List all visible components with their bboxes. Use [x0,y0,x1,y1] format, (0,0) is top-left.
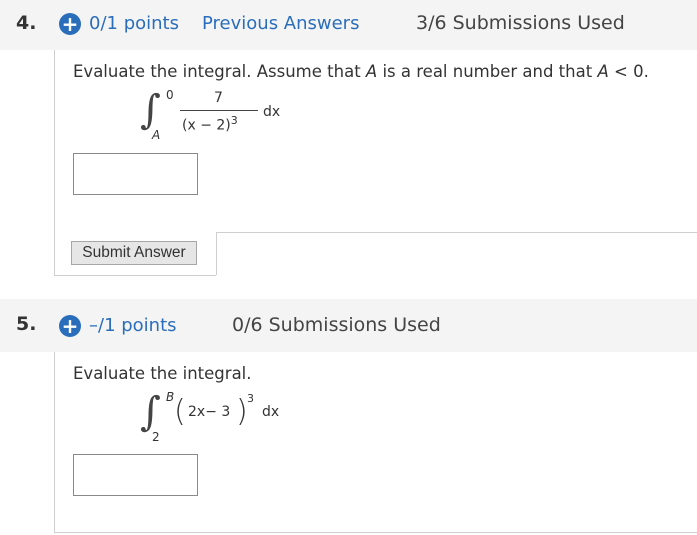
integral-sign: ∫ [140,87,161,133]
open-paren: ( [174,394,186,429]
submissions-used: 0/6 Submissions Used [232,314,441,336]
variable-a: A [365,62,378,81]
denominator: (x − 2)3 [182,114,238,134]
question-5-prompt: Evaluate the integral. [73,364,252,383]
answer-input[interactable] [73,153,198,195]
integrand: 2x− 3 [188,404,231,420]
prompt-text: is a real number and that [377,62,598,81]
question-number: 5. [16,313,37,335]
question-4-bottom-border [54,275,216,276]
submit-area-top-border [216,232,697,233]
submit-area-border [216,232,217,275]
question-4-prompt: Evaluate the integral. Assume that A is … [73,62,649,81]
denominator-base: (x − 2) [182,117,231,134]
prompt-text: Evaluate the integral. Assume that [73,62,366,81]
exponent: 3 [247,392,254,405]
integral-expression: ∫ B 2 ( 2x− 3 ) 3 dx [140,388,300,446]
close-paren: ) [236,394,248,429]
plus-circle-icon[interactable]: + [59,315,81,337]
question-number: 4. [16,12,37,34]
points-link[interactable]: 0/1 points [89,13,179,34]
submissions-used: 3/6 Submissions Used [416,12,625,34]
differential: dx [263,104,281,120]
previous-answers-link[interactable]: Previous Answers [202,13,359,34]
upper-limit: B [166,390,175,404]
integral-expression: ∫ 0 A 7 (x − 2)3 dx [140,86,300,144]
exponent: 3 [230,114,238,127]
numerator: 7 [214,90,223,106]
fraction-bar [180,110,258,111]
upper-limit: 0 [166,88,174,102]
answer-input[interactable] [73,454,198,496]
plus-circle-icon[interactable]: + [59,13,81,35]
differential: dx [262,404,280,420]
lower-limit: A [152,128,161,142]
integral-sign: ∫ [140,389,161,435]
submit-answer-button[interactable]: Submit Answer [71,241,197,265]
question-5-body-border [54,352,55,532]
prompt-text: < 0. [608,62,649,81]
lower-limit: 2 [152,430,160,444]
question-4-body-border [54,50,55,275]
variable-a: A [597,62,609,81]
points-link[interactable]: –/1 points [89,315,177,336]
question-5-bottom-border [54,532,697,533]
